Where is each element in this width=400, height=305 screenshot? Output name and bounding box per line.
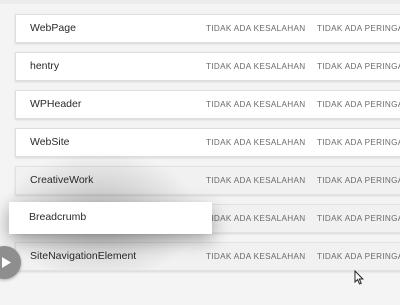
warnings-status: TIDAK ADA PERINGATAN bbox=[317, 252, 400, 261]
list-item[interactable]: SiteNavigationElement TIDAK ADA KESALAHA… bbox=[15, 242, 400, 271]
top-edge bbox=[0, 0, 400, 4]
item-type-name: WebSite bbox=[30, 136, 70, 148]
errors-status: TIDAK ADA KESALAHAN bbox=[206, 176, 306, 185]
list-item[interactable]: hentry TIDAK ADA KESALAHAN TIDAK ADA PER… bbox=[15, 52, 400, 81]
errors-status: TIDAK ADA KESALAHAN bbox=[206, 24, 306, 33]
warnings-status: TIDAK ADA PERINGATAN bbox=[317, 214, 400, 223]
errors-status: TIDAK ADA KESALAHAN bbox=[206, 252, 306, 261]
structured-data-panel: WebPage TIDAK ADA KESALAHAN TIDAK ADA PE… bbox=[0, 0, 400, 305]
item-type-name: WPHeader bbox=[30, 98, 82, 110]
item-type-name: hentry bbox=[30, 60, 60, 72]
list-item[interactable]: WebPage TIDAK ADA KESALAHAN TIDAK ADA PE… bbox=[15, 14, 400, 43]
list-item[interactable]: WPHeader TIDAK ADA KESALAHAN TIDAK ADA P… bbox=[15, 90, 400, 119]
errors-status: TIDAK ADA KESALAHAN bbox=[206, 138, 306, 147]
list-item[interactable]: CreativeWork TIDAK ADA KESALAHAN TIDAK A… bbox=[15, 166, 400, 195]
list-item[interactable]: WebSite TIDAK ADA KESALAHAN TIDAK ADA PE… bbox=[15, 128, 400, 157]
item-type-name: Breadcrumb bbox=[29, 211, 87, 223]
errors-status: TIDAK ADA KESALAHAN bbox=[206, 100, 306, 109]
errors-status: TIDAK ADA KESALAHAN bbox=[206, 214, 306, 223]
item-type-name: WebPage bbox=[30, 22, 76, 34]
warnings-status: TIDAK ADA PERINGATAN bbox=[317, 176, 400, 185]
item-type-name: SiteNavigationElement bbox=[30, 250, 137, 262]
warnings-status: TIDAK ADA PERINGATAN bbox=[317, 138, 400, 147]
dragged-list-item[interactable]: Breadcrumb bbox=[9, 202, 212, 234]
warnings-status: TIDAK ADA PERINGATAN bbox=[317, 62, 400, 71]
item-type-name: CreativeWork bbox=[30, 174, 94, 186]
warnings-status: TIDAK ADA PERINGATAN bbox=[317, 24, 400, 33]
mouse-cursor-icon bbox=[354, 270, 364, 285]
play-icon bbox=[2, 257, 11, 268]
warnings-status: TIDAK ADA PERINGATAN bbox=[317, 100, 400, 109]
errors-status: TIDAK ADA KESALAHAN bbox=[206, 62, 306, 71]
